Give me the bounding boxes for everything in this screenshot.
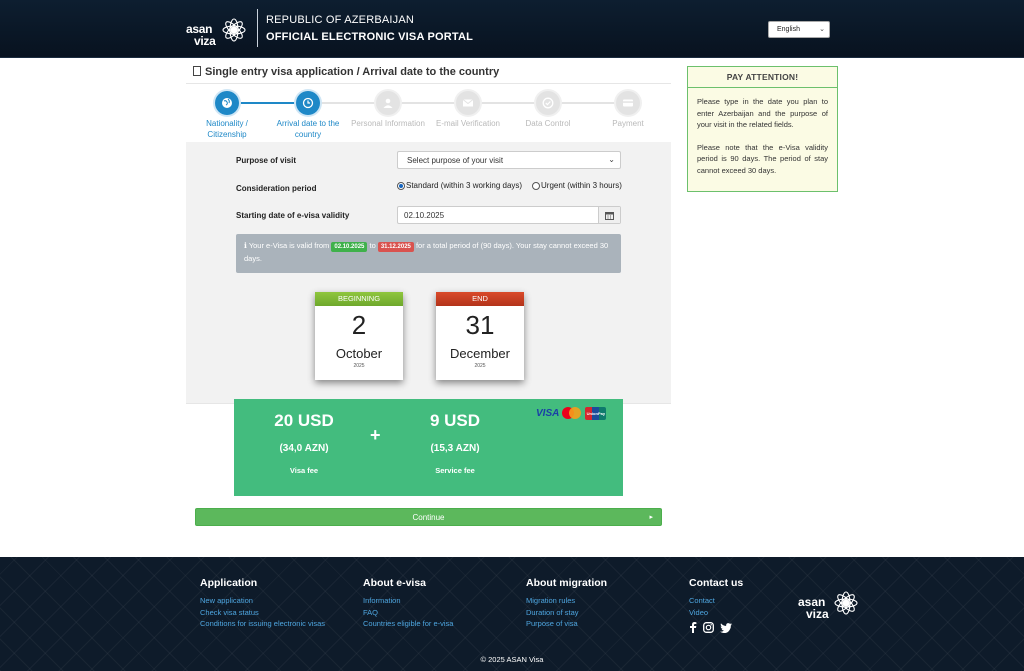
step-arrival-date[interactable] xyxy=(296,91,320,115)
visa-fee-amount: 20 USD xyxy=(274,411,334,430)
asan-viza-logo[interactable]: asan viza xyxy=(184,10,250,50)
footer-link[interactable]: Check visa status xyxy=(200,607,340,619)
to-date-badge: 31.12.2025 xyxy=(377,242,414,252)
social-links xyxy=(689,622,789,633)
site-footer: Application New application Check visa s… xyxy=(0,557,1024,671)
language-select[interactable]: English ⌄ xyxy=(768,21,830,38)
calendar-year: 2025 xyxy=(353,363,365,369)
step-label: Arrival date to the country xyxy=(276,119,340,139)
plus-sign: + xyxy=(370,425,381,445)
clock-icon xyxy=(302,97,314,109)
calendar-icon xyxy=(605,211,614,220)
chevron-down-icon: ⌄ xyxy=(819,26,825,33)
header-portal-title: OFFICIAL ELECTRONIC VISA PORTAL xyxy=(266,31,474,43)
attention-text: Please note that the e-Visa validity per… xyxy=(697,142,828,175)
attention-panel: PAY ATTENTION! Please type in the date y… xyxy=(687,66,838,192)
attention-title: PAY ATTENTION! xyxy=(688,67,837,88)
step-label: Payment xyxy=(612,119,644,128)
instagram-icon[interactable] xyxy=(703,622,714,633)
attention-text: Please type in the date you plan to ente… xyxy=(697,97,828,129)
copyright: © 2025 ASAN Visa xyxy=(480,655,544,664)
divider xyxy=(186,83,671,84)
footer-col-application: Application New application Check visa s… xyxy=(200,577,340,630)
footer-link[interactable]: Information xyxy=(363,595,503,607)
calendar-month: December xyxy=(450,346,510,361)
calendar-day: 2 xyxy=(351,310,367,340)
attention-body: Please type in the date you plan to ente… xyxy=(688,88,837,176)
chevron-right-icon: ▸ xyxy=(649,514,653,521)
footer-link[interactable]: Conditions for issuing electronic visas xyxy=(200,618,340,630)
radio-button[interactable] xyxy=(397,181,405,190)
visa-fee-label: Visa fee xyxy=(289,466,319,475)
header-divider xyxy=(257,9,258,47)
fee-summary: 20 USD (34,0 AZN) Visa fee + 9 USD (15,3… xyxy=(234,399,623,496)
footer-link[interactable]: Purpose of visa xyxy=(526,618,666,630)
mastercard-logo xyxy=(562,407,582,420)
footer-link[interactable]: Video xyxy=(689,607,789,619)
footer-link[interactable]: Migration rules xyxy=(526,595,666,607)
footer-link[interactable]: Contact xyxy=(689,595,789,607)
step-personal-information xyxy=(376,91,400,115)
step-payment xyxy=(616,91,640,115)
step-label: Nationality / Citizenship xyxy=(206,119,248,139)
chevron-down-icon: ⌄ xyxy=(608,155,615,164)
payment-cards: VISA UnionPay xyxy=(536,407,607,420)
header-country: REPUBLIC OF AZERBAIJAN xyxy=(266,14,415,26)
footer-col-migration: About migration Migration rules Duration… xyxy=(526,577,666,630)
purpose-select[interactable]: Select purpose of your visit ⌄ xyxy=(397,151,621,169)
twitter-icon[interactable] xyxy=(720,622,732,633)
calendar-year: 2025 xyxy=(474,363,486,369)
consideration-label: Consideration period xyxy=(236,184,317,193)
calendar-band: END xyxy=(436,292,524,306)
logo-flower-icon xyxy=(222,18,246,42)
credit-card-icon xyxy=(623,99,633,107)
calendar-month: October xyxy=(335,346,383,361)
footer-logo: asan viza xyxy=(796,583,862,623)
envelope-icon xyxy=(462,99,474,107)
service-fee-azn: (15,3 AZN) xyxy=(430,443,480,454)
info-icon: ℹ xyxy=(244,241,247,250)
radio-standard[interactable]: Standard (within 3 working days) xyxy=(397,181,522,190)
footer-col-contact: Contact us Contact Video xyxy=(689,577,789,633)
calendar-begin: BEGINNING 2 October 2025 xyxy=(315,292,403,380)
check-circle-icon xyxy=(542,97,554,109)
calendar-band: BEGINNING xyxy=(315,292,403,306)
from-date-badge: 02.10.2025 xyxy=(331,242,368,252)
radio-urgent[interactable]: Urgent (within 3 hours) xyxy=(532,181,622,190)
footer-link[interactable]: Countries eligible for e-visa xyxy=(363,618,503,630)
visa-logo: VISA xyxy=(536,408,560,419)
step-label: Data Control xyxy=(525,119,571,128)
footer-col-about-evisa: About e-visa Information FAQ Countries e… xyxy=(363,577,503,630)
step-data-control xyxy=(536,91,560,115)
document-icon xyxy=(193,66,201,76)
footer-link[interactable]: New application xyxy=(200,595,340,607)
service-fee-amount: 9 USD xyxy=(429,411,481,430)
start-date-label: Starting date of e-visa validity xyxy=(236,211,350,220)
site-header: asan viza REPUBLIC OF AZERBAIJAN OFFICIA… xyxy=(0,0,1024,58)
globe-icon xyxy=(222,98,232,108)
step-label: Personal Information xyxy=(351,119,425,128)
footer-link[interactable]: FAQ xyxy=(363,607,503,619)
logo-flower-icon xyxy=(834,591,858,615)
page-title: Single entry visa application / Arrival … xyxy=(193,66,499,78)
calendar-day: 31 xyxy=(465,310,495,340)
calendar-button[interactable] xyxy=(598,207,620,223)
user-icon xyxy=(383,98,393,108)
calendar-end: END 31 December 2025 xyxy=(436,292,524,380)
unionpay-logo: UnionPay xyxy=(585,407,607,420)
service-fee-label: Service fee xyxy=(435,466,475,475)
start-date-input[interactable]: 02.10.2025 xyxy=(397,206,621,224)
facebook-icon[interactable] xyxy=(689,622,697,633)
step-label: E-mail Verification xyxy=(435,119,501,128)
visa-fee-azn: (34,0 AZN) xyxy=(279,443,329,454)
validity-info: ℹ Your e-Visa is valid from 02.10.2025 t… xyxy=(236,234,621,273)
purpose-label: Purpose of visit xyxy=(236,156,297,165)
step-nationality[interactable] xyxy=(215,91,239,115)
step-email-verification xyxy=(456,91,480,115)
radio-button[interactable] xyxy=(532,181,540,190)
footer-link[interactable]: Duration of stay xyxy=(526,607,666,619)
continue-button[interactable]: Continue ▸ xyxy=(195,508,662,526)
